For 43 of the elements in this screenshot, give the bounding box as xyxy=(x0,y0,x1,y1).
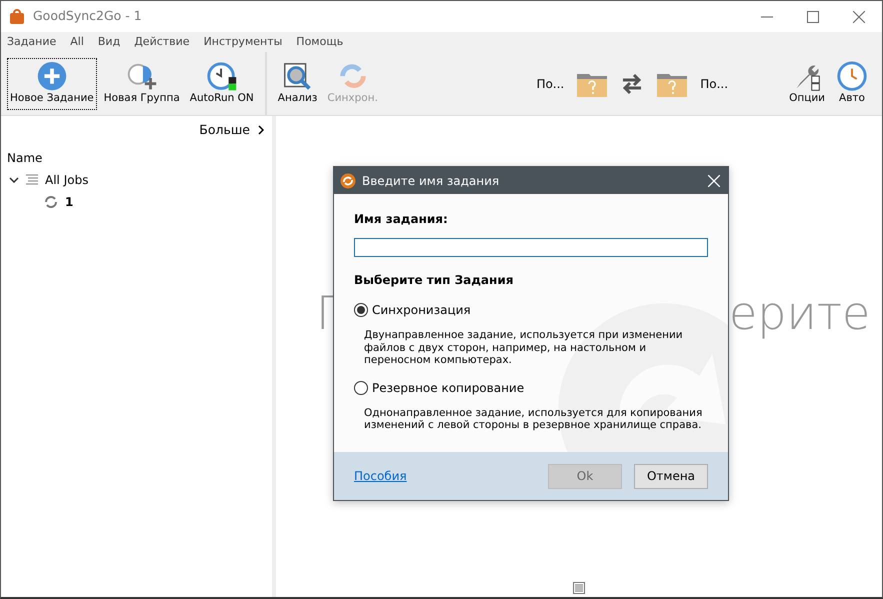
radio-label[interactable]: Резервное копирование xyxy=(372,378,524,397)
toolbar-button[interactable]: Новое Задание xyxy=(7,58,97,110)
radio-button[interactable] xyxy=(354,303,368,317)
list-icon xyxy=(573,582,585,594)
app-logo-icon xyxy=(9,8,25,24)
column-header[interactable]: Name xyxy=(1,140,272,169)
radio-label[interactable]: Синхронизация xyxy=(372,301,471,319)
tree-item[interactable]: All Jobs xyxy=(1,168,272,191)
tree-label: 1 xyxy=(65,194,74,211)
toolbar-button[interactable]: Новая Группа xyxy=(100,58,183,110)
toolbar-button[interactable]: AutoRun ON xyxy=(186,58,257,110)
sync-icon xyxy=(43,194,59,210)
toolbar-button[interactable]: Авто xyxy=(832,58,872,110)
option-description: Однонаправленное задание, используется для копирования изменений с левой стороны в резервное хранилище справа. xyxy=(364,406,704,432)
menu-item[interactable]: Вид xyxy=(98,34,120,50)
dialog-title: Введите имя задания xyxy=(362,172,500,190)
field-label: Имя задания: xyxy=(354,211,449,228)
list-icon xyxy=(25,174,39,186)
tree-label: All Jobs xyxy=(45,172,88,189)
window-title: GoodSync2Go - 1 xyxy=(33,7,142,26)
section-label: Выберите тип Задания xyxy=(354,272,514,289)
more-button[interactable]: Больше xyxy=(199,121,264,140)
name-input-field[interactable] xyxy=(354,238,708,257)
chevron-right-icon xyxy=(258,125,264,136)
toolbar-button[interactable]: Анализ xyxy=(274,58,320,110)
clock-icon xyxy=(204,60,239,91)
option-description: Двунаправленное задание, используется при изменении файлов с двух сторон, например, на настольном и переносном компьютерах. xyxy=(364,329,684,367)
sync-logo-icon xyxy=(340,172,356,188)
menu-item[interactable]: Инструменты xyxy=(204,34,282,50)
folder-path[interactable]: По... xyxy=(700,74,728,92)
menu-item[interactable]: Действие xyxy=(134,34,190,50)
folder-path[interactable]: По... xyxy=(536,74,564,92)
help-link[interactable]: Пособия xyxy=(354,467,407,485)
close-icon[interactable] xyxy=(708,174,720,186)
menu-item[interactable]: Задание xyxy=(7,34,56,50)
clock-icon xyxy=(835,60,869,91)
toolbar-button[interactable]: Опции xyxy=(786,58,828,110)
radio-button[interactable] xyxy=(354,380,368,395)
tree-item[interactable]: 1 xyxy=(1,190,272,213)
menu-item[interactable]: Помощь xyxy=(296,34,344,50)
chevron-down-icon xyxy=(9,176,19,183)
menu-item[interactable]: All xyxy=(70,34,84,50)
dialog-button[interactable]: Отмена xyxy=(634,464,708,488)
